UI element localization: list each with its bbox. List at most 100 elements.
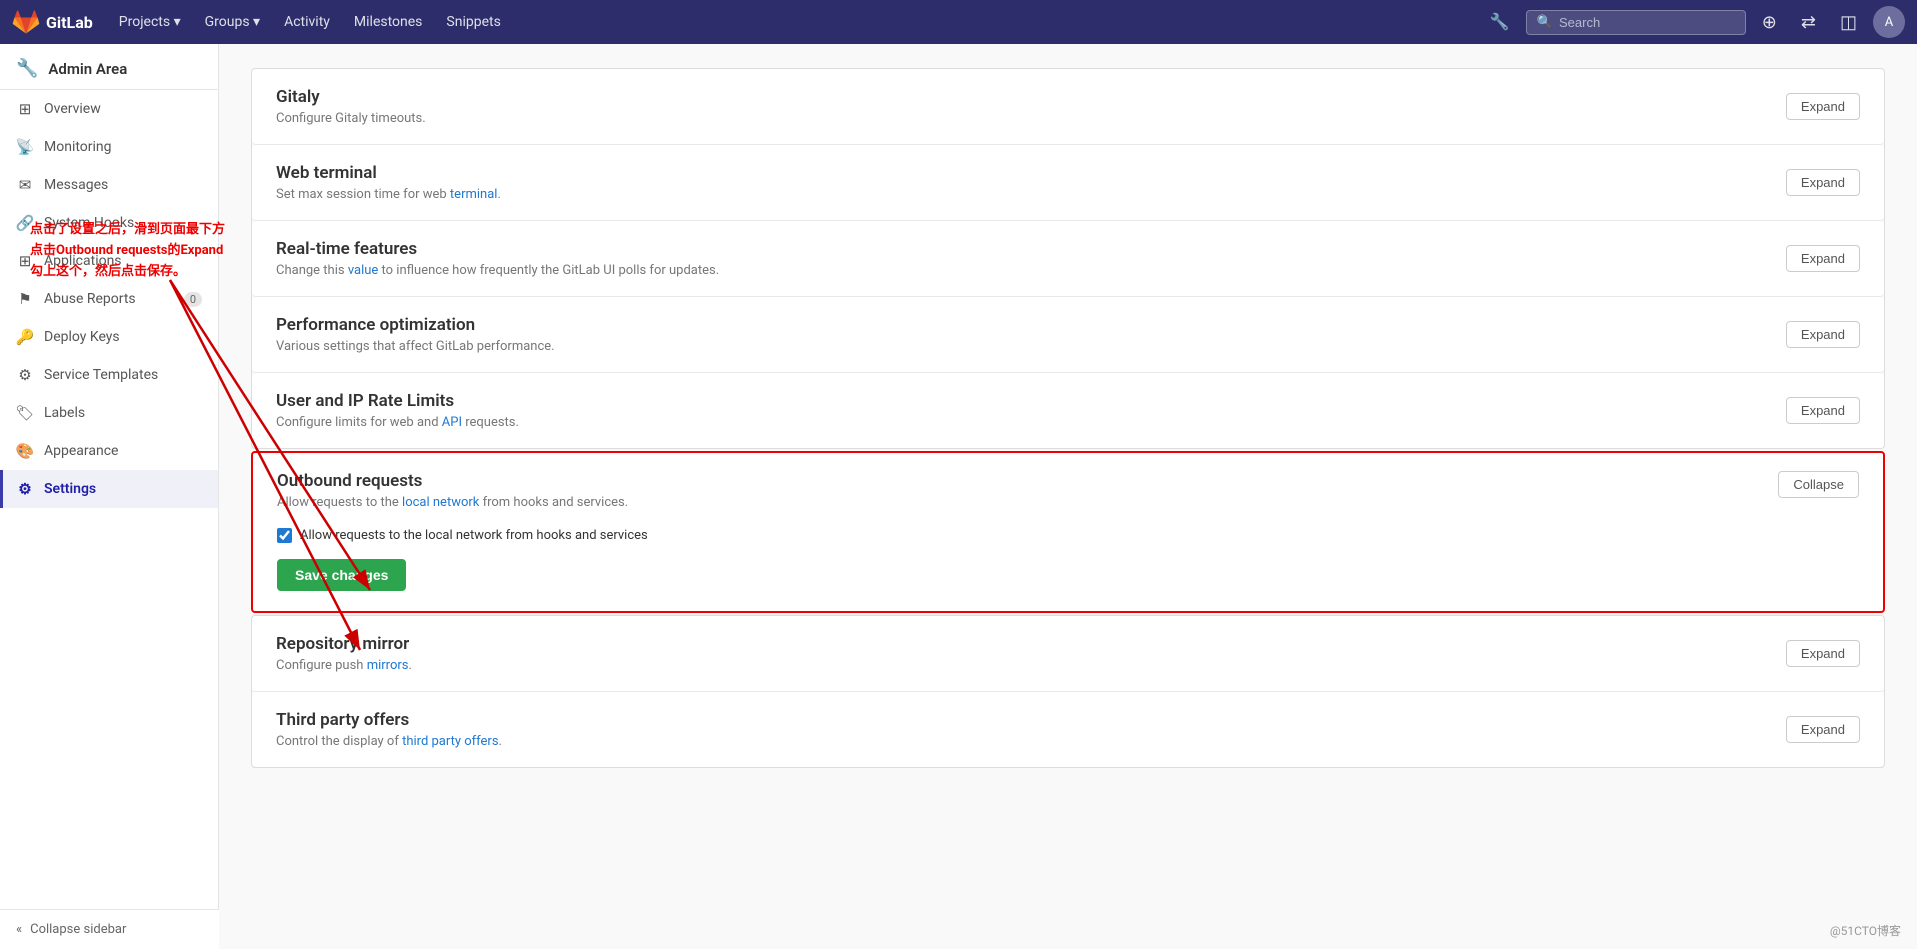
service-templates-icon: ⚙: [16, 366, 34, 384]
sidebar-item-service-templates[interactable]: ⚙ Service Templates: [0, 356, 218, 394]
sidebar-item-system-hooks[interactable]: 🔗 System Hooks: [0, 204, 218, 242]
rate-limits-header: User and IP Rate Limits Configure limits…: [252, 373, 1884, 448]
labels-icon: 🏷: [16, 404, 34, 422]
repository-mirror-header: Repository mirror Configure push mirrors…: [252, 616, 1884, 691]
sidebar-nav: ⊞ Overview 📡 Monitoring ✉ Messages 🔗 Sys…: [0, 90, 218, 508]
allow-local-network-checkbox[interactable]: [277, 528, 292, 543]
sidebar-item-monitoring[interactable]: 📡 Monitoring: [0, 128, 218, 166]
sidebar-label-labels: Labels: [44, 405, 85, 421]
system-hooks-icon: 🔗: [16, 214, 34, 232]
sidebar-item-labels[interactable]: 🏷 Labels: [0, 394, 218, 432]
third-party-info: Third party offers Control the display o…: [276, 710, 502, 749]
web-terminal-section: Web terminal Set max session time for we…: [252, 145, 1884, 221]
rate-limits-title: User and IP Rate Limits: [276, 391, 519, 411]
deploy-keys-icon: 🔑: [16, 328, 34, 346]
sidebar-item-messages[interactable]: ✉ Messages: [0, 166, 218, 204]
plus-icon-button[interactable]: ⊕: [1754, 8, 1785, 37]
repository-mirror-desc: Configure push mirrors.: [276, 658, 412, 673]
third-party-link[interactable]: third party offers: [402, 734, 498, 749]
realtime-expand-button[interactable]: Expand: [1786, 245, 1860, 272]
gitlab-brand[interactable]: GitLab: [12, 8, 93, 36]
mirrors-link[interactable]: mirrors: [367, 658, 409, 673]
rate-limits-desc: Configure limits for web and API request…: [276, 415, 519, 430]
rate-limits-expand-button[interactable]: Expand: [1786, 397, 1860, 424]
allow-local-network-row: Allow requests to the local network from…: [277, 528, 1859, 543]
appearance-icon: 🎨: [16, 442, 34, 460]
abuse-reports-badge: 0: [184, 292, 202, 307]
third-party-expand-button[interactable]: Expand: [1786, 716, 1860, 743]
outbound-info: Outbound requests Allow requests to the …: [277, 471, 628, 510]
navbar-right: 🔧 🔍 ⊕ ⇄ ◫ A: [1482, 6, 1905, 38]
nav-groups[interactable]: Groups ▾: [195, 10, 270, 34]
terminal-link[interactable]: terminal: [450, 187, 498, 202]
third-party-title: Third party offers: [276, 710, 502, 730]
performance-expand-button[interactable]: Expand: [1786, 321, 1860, 348]
merge-requests-icon-button[interactable]: ⇄: [1793, 8, 1824, 37]
web-terminal-desc: Set max session time for web terminal.: [276, 187, 501, 202]
outbound-collapse-button[interactable]: Collapse: [1778, 471, 1859, 498]
gitaly-expand-button[interactable]: Expand: [1786, 93, 1860, 120]
collapse-chevron-icon: «: [16, 922, 22, 937]
nav-projects[interactable]: Projects ▾: [109, 10, 191, 34]
repository-mirror-expand-button[interactable]: Expand: [1786, 640, 1860, 667]
gitaly-header: Gitaly Configure Gitaly timeouts. Expand: [252, 69, 1884, 144]
search-input[interactable]: [1559, 15, 1735, 30]
sidebar-collapse-btn[interactable]: « Collapse sidebar: [0, 909, 219, 949]
main-nav: Projects ▾ Groups ▾ Activity Milestones …: [109, 10, 511, 34]
rate-limits-section: User and IP Rate Limits Configure limits…: [252, 373, 1884, 448]
outbound-desc: Allow requests to the local network from…: [277, 495, 628, 510]
nav-snippets[interactable]: Snippets: [436, 10, 510, 34]
performance-section: Performance optimization Various setting…: [252, 297, 1884, 373]
monitoring-icon: 📡: [16, 138, 34, 156]
gitaly-desc: Configure Gitaly timeouts.: [276, 111, 426, 126]
search-box[interactable]: 🔍: [1526, 10, 1746, 35]
admin-icon: 🔧: [16, 58, 38, 79]
realtime-title: Real-time features: [276, 239, 719, 259]
search-icon: 🔍: [1537, 15, 1553, 30]
sidebar-label-applications: Applications: [44, 253, 122, 269]
user-avatar[interactable]: A: [1873, 6, 1905, 38]
local-network-link[interactable]: local network: [402, 495, 479, 510]
gitaly-section: Gitaly Configure Gitaly timeouts. Expand: [252, 69, 1884, 145]
sidebar-label-monitoring: Monitoring: [44, 139, 112, 155]
navbar: GitLab Projects ▾ Groups ▾ Activity Mile…: [0, 0, 1917, 44]
sidebar-item-overview[interactable]: ⊞ Overview: [0, 90, 218, 128]
web-terminal-title: Web terminal: [276, 163, 501, 183]
issues-icon-button[interactable]: ◫: [1832, 8, 1865, 37]
sidebar-item-abuse-reports[interactable]: ⚑ Abuse Reports 0: [0, 280, 218, 318]
sidebar-label-settings: Settings: [44, 481, 96, 497]
footer-note: @51CTO博客: [1830, 922, 1901, 939]
sidebar-label-appearance: Appearance: [44, 443, 118, 459]
gitaly-info: Gitaly Configure Gitaly timeouts.: [276, 87, 426, 126]
sidebar: 🔧 Admin Area ⊞ Overview 📡 Monitoring ✉ M…: [0, 44, 219, 949]
repository-mirror-title: Repository mirror: [276, 634, 412, 654]
realtime-desc: Change this value to influence how frequ…: [276, 263, 719, 278]
nav-activity[interactable]: Activity: [274, 10, 340, 34]
settings-sections-top: Gitaly Configure Gitaly timeouts. Expand…: [251, 68, 1885, 449]
performance-info: Performance optimization Various setting…: [276, 315, 555, 354]
api-link[interactable]: API: [442, 415, 462, 430]
sidebar-item-applications[interactable]: ⊞ Applications: [0, 242, 218, 280]
web-terminal-expand-button[interactable]: Expand: [1786, 169, 1860, 196]
save-changes-button[interactable]: Save changes: [277, 559, 406, 591]
third-party-desc: Control the display of third party offer…: [276, 734, 502, 749]
applications-icon: ⊞: [16, 252, 34, 270]
outbound-requests-section: Outbound requests Allow requests to the …: [251, 451, 1885, 613]
sidebar-item-deploy-keys[interactable]: 🔑 Deploy Keys: [0, 318, 218, 356]
outbound-body: Allow requests to the local network from…: [253, 528, 1883, 611]
brand-label: GitLab: [46, 13, 93, 32]
abuse-reports-icon: ⚑: [16, 290, 34, 308]
collapse-label: Collapse sidebar: [30, 922, 126, 937]
web-terminal-header: Web terminal Set max session time for we…: [252, 145, 1884, 220]
realtime-value-link[interactable]: value: [348, 263, 379, 278]
nav-milestones[interactable]: Milestones: [344, 10, 433, 34]
gitaly-title: Gitaly: [276, 87, 426, 107]
sidebar-label-service-templates: Service Templates: [44, 367, 158, 383]
wrench-icon-button[interactable]: 🔧: [1482, 8, 1518, 36]
sidebar-item-appearance[interactable]: 🎨 Appearance: [0, 432, 218, 470]
sidebar-item-settings[interactable]: ⚙ Settings: [0, 470, 218, 508]
allow-local-network-label: Allow requests to the local network from…: [300, 528, 648, 543]
web-terminal-info: Web terminal Set max session time for we…: [276, 163, 501, 202]
third-party-header: Third party offers Control the display o…: [252, 692, 1884, 767]
repository-mirror-info: Repository mirror Configure push mirrors…: [276, 634, 412, 673]
